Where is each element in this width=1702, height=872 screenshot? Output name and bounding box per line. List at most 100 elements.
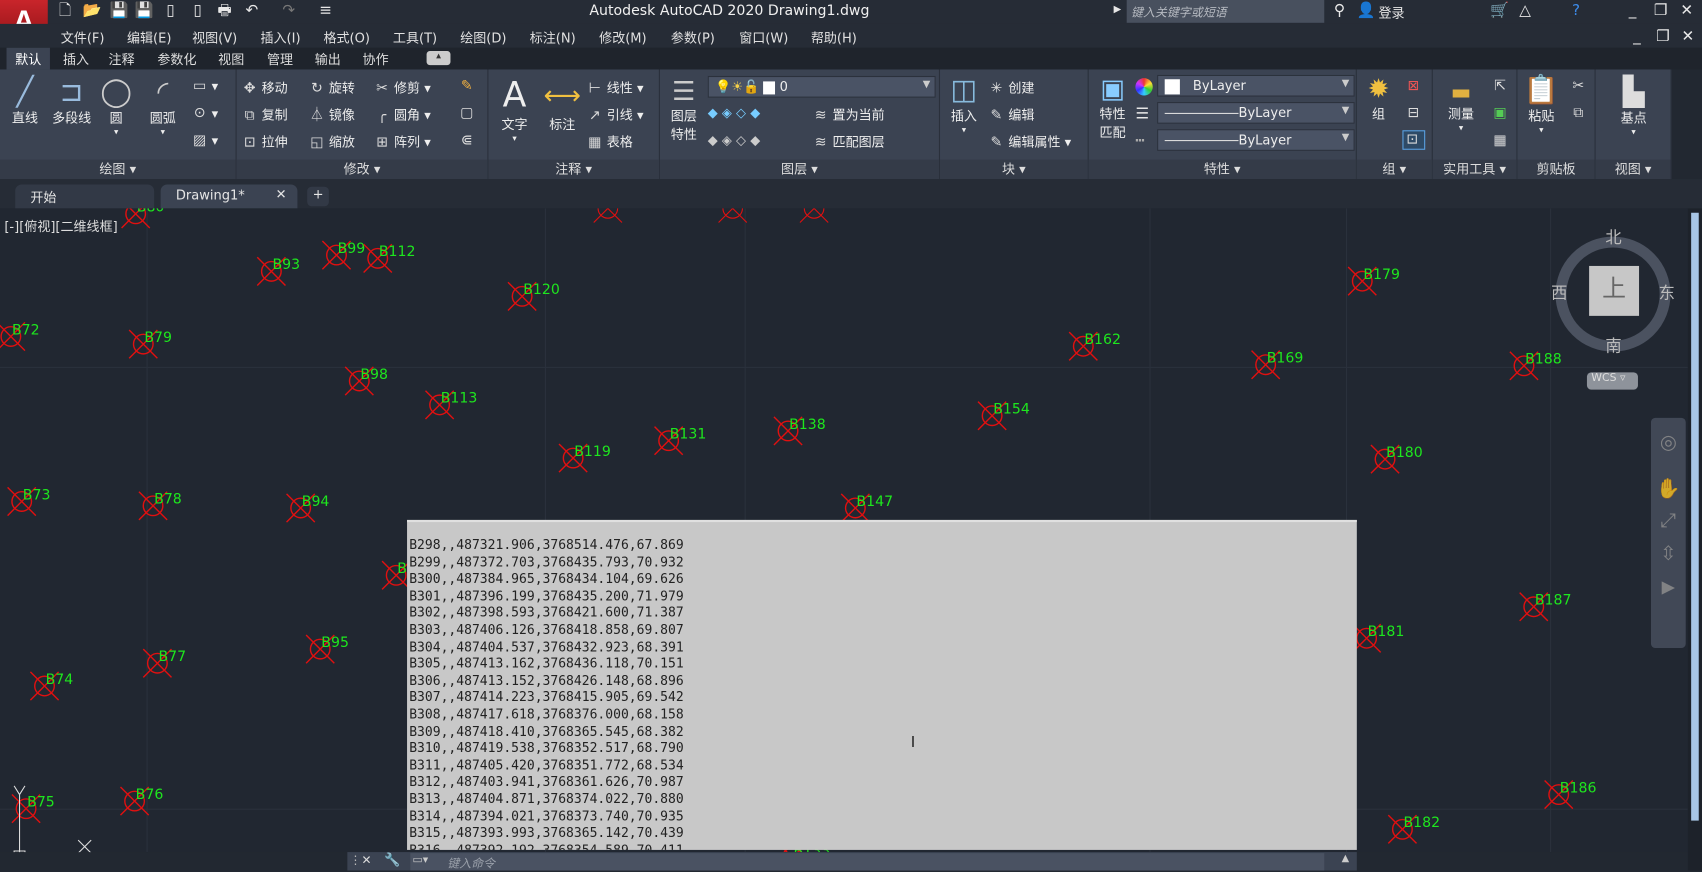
- new-tab-button[interactable]: +: [307, 186, 329, 207]
- create-block-button[interactable]: ✳ 创建: [988, 78, 1035, 97]
- orbit-icon[interactable]: ⇳: [1651, 543, 1686, 566]
- ribbon-tab[interactable]: 协作: [354, 48, 397, 70]
- group-selection-toggle[interactable]: ⊡: [1402, 130, 1426, 150]
- menu-item[interactable]: 插入(I): [261, 28, 301, 46]
- calculator-button[interactable]: ▦: [1491, 132, 1512, 149]
- color-dropdown[interactable]: ByLayer ▼: [1157, 74, 1355, 97]
- command-close-icon[interactable]: ✕: [361, 853, 371, 867]
- redo-icon[interactable]: ↷: [280, 2, 297, 19]
- menu-item[interactable]: 绘图(D): [460, 28, 506, 46]
- stretch-button[interactable]: ⊡ 拉伸: [241, 132, 288, 151]
- ribbon-tab[interactable]: 管理: [258, 48, 301, 70]
- menu-item[interactable]: 工具(T): [393, 28, 437, 46]
- help-icon[interactable]: ?: [1567, 2, 1584, 19]
- rotate-button[interactable]: ↻ 旋转: [308, 78, 355, 97]
- viewcube-east[interactable]: 东: [1659, 281, 1675, 304]
- copy-clip-button[interactable]: ⧉: [1570, 105, 1591, 122]
- minimize-icon[interactable]: _: [1624, 2, 1641, 19]
- arc-button[interactable]: ◜ 圆弧 ▾: [143, 76, 182, 137]
- trim-button[interactable]: ✂ 修剪 ▾: [373, 78, 431, 97]
- doc-minimize-icon[interactable]: _: [1628, 28, 1645, 45]
- viewport-controls[interactable]: [-][俯视][二维线框]: [4, 217, 117, 235]
- save-icon[interactable]: 💾: [110, 2, 129, 19]
- insert-block-button[interactable]: ◫ 插入 ▾: [944, 74, 983, 135]
- tab-drawing1[interactable]: Drawing1* ✕: [160, 184, 298, 209]
- ribbon-tab[interactable]: 视图: [209, 48, 252, 70]
- ribbon-tab[interactable]: 默认: [6, 47, 50, 70]
- menu-item[interactable]: 窗口(W): [739, 28, 788, 46]
- panel-properties-title[interactable]: 特性 ▾: [1088, 159, 1356, 180]
- panel-block-title[interactable]: 块 ▾: [940, 159, 1088, 180]
- rectangle-button[interactable]: ▭ ▾: [191, 78, 218, 95]
- layer-tools-row2[interactable]: ◆ ◈ ◇ ◆: [708, 132, 760, 147]
- erase-button[interactable]: ✎: [458, 78, 479, 95]
- menu-item[interactable]: 文件(F): [61, 28, 105, 46]
- line-button[interactable]: ╱ 直线: [7, 76, 44, 127]
- close-tab-icon[interactable]: ✕: [276, 187, 287, 202]
- close-icon[interactable]: ✕: [1678, 2, 1695, 19]
- match-properties-button[interactable]: ▣ 特性 匹配: [1093, 74, 1132, 141]
- ribbon-tab[interactable]: 插入: [54, 48, 97, 70]
- save-web-icon[interactable]: ▯: [189, 2, 206, 19]
- cart-icon[interactable]: 🛒: [1490, 2, 1509, 19]
- pan-icon[interactable]: ✋: [1651, 478, 1686, 501]
- lineweight-dropdown[interactable]: ByLayer ▼: [1157, 102, 1355, 124]
- ucs-dropdown[interactable]: WCS ▿: [1586, 372, 1638, 390]
- panel-layers-title[interactable]: 图层 ▾: [659, 159, 939, 180]
- scale-button[interactable]: ◱ 缩放: [308, 132, 355, 151]
- explode-button[interactable]: ▢: [458, 105, 479, 122]
- offset-button[interactable]: ⋐: [458, 132, 479, 149]
- fillet-button[interactable]: ╭ 圆角 ▾: [373, 105, 431, 124]
- panel-draw-title[interactable]: 绘图 ▾: [0, 159, 236, 180]
- table-button[interactable]: ▦ 表格: [586, 132, 633, 151]
- ellipse-button[interactable]: ⊙ ▾: [191, 105, 218, 122]
- menu-item[interactable]: 标注(N): [530, 28, 576, 46]
- copy-button[interactable]: ⧉ 复制: [241, 105, 288, 124]
- open-web-icon[interactable]: ▯: [162, 2, 179, 19]
- search-input[interactable]: 键入关键字或短语: [1126, 0, 1325, 23]
- undo-icon[interactable]: ↶: [243, 2, 260, 19]
- recent-commands-icon[interactable]: ▭▾: [412, 854, 428, 866]
- ribbon-tab[interactable]: 注释: [100, 48, 143, 70]
- edit-attributes-button[interactable]: ✎ 编辑属性 ▾: [988, 132, 1072, 151]
- circle-button[interactable]: ◯ 圆 ▾: [98, 76, 135, 137]
- leader-button[interactable]: ↗ 引线 ▾: [586, 105, 644, 124]
- move-button[interactable]: ✥ 移动: [241, 78, 288, 97]
- command-customize-icon[interactable]: 🔧: [384, 852, 400, 867]
- cut-button[interactable]: ✂: [1570, 78, 1591, 95]
- text-window[interactable]: B298,,487321.906,3768514.476,67.869 B299,…: [407, 519, 1357, 850]
- viewcube-north[interactable]: 北: [1605, 226, 1621, 249]
- panel-groups-title[interactable]: 组 ▾: [1356, 159, 1432, 180]
- doc-close-icon[interactable]: ✕: [1679, 28, 1696, 45]
- restore-icon[interactable]: ❐: [1652, 2, 1669, 19]
- panel-clipboard-title[interactable]: 剪贴板: [1517, 159, 1595, 180]
- group-button[interactable]: ✹ 组: [1361, 74, 1396, 123]
- viewcube-south[interactable]: 南: [1605, 334, 1621, 357]
- zoom-extents-icon[interactable]: ⤢: [1651, 509, 1686, 532]
- layer-properties-button[interactable]: ☰ 图层 特性: [666, 76, 701, 143]
- tab-start[interactable]: 开始: [15, 184, 155, 209]
- layer-dropdown[interactable]: 💡☀🔓 0 ▼: [707, 75, 936, 98]
- set-current-button[interactable]: ≋ 置为当前: [812, 105, 885, 124]
- command-input[interactable]: 键入命令: [410, 853, 1325, 871]
- linetype-dropdown[interactable]: ByLayer ▼: [1157, 129, 1355, 151]
- array-button[interactable]: ⊞ 阵列 ▾: [373, 132, 431, 151]
- ribbon-tab[interactable]: 参数化: [149, 48, 205, 70]
- polyline-button[interactable]: ⊐ 多段线: [48, 76, 96, 127]
- vertical-scrollbar-thumb[interactable]: [1691, 212, 1699, 821]
- layer-tools-row1[interactable]: ◆ ◈ ◇ ◆: [708, 105, 760, 120]
- print-icon[interactable]: 🖶: [216, 2, 233, 19]
- hatch-button[interactable]: ▨ ▾: [191, 132, 218, 149]
- showmotion-icon[interactable]: ▶: [1651, 576, 1686, 597]
- expand-search-icon[interactable]: ▶: [1114, 4, 1122, 15]
- open-file-icon[interactable]: 📂: [82, 2, 101, 19]
- doc-restore-icon[interactable]: ❐: [1654, 28, 1671, 45]
- panel-view-title[interactable]: 视图 ▾: [1595, 159, 1671, 180]
- group-edit-button[interactable]: ⊟: [1405, 105, 1426, 122]
- save-as-icon[interactable]: 💾: [135, 2, 154, 19]
- panel-modify-title[interactable]: 修改 ▾: [236, 159, 488, 180]
- menu-item[interactable]: 格式(O): [323, 28, 369, 46]
- dimension-button[interactable]: ⟷ 标注: [543, 76, 582, 134]
- new-file-icon[interactable]: 🗋: [56, 2, 73, 19]
- command-grip-icon[interactable]: ⋮: [350, 853, 362, 867]
